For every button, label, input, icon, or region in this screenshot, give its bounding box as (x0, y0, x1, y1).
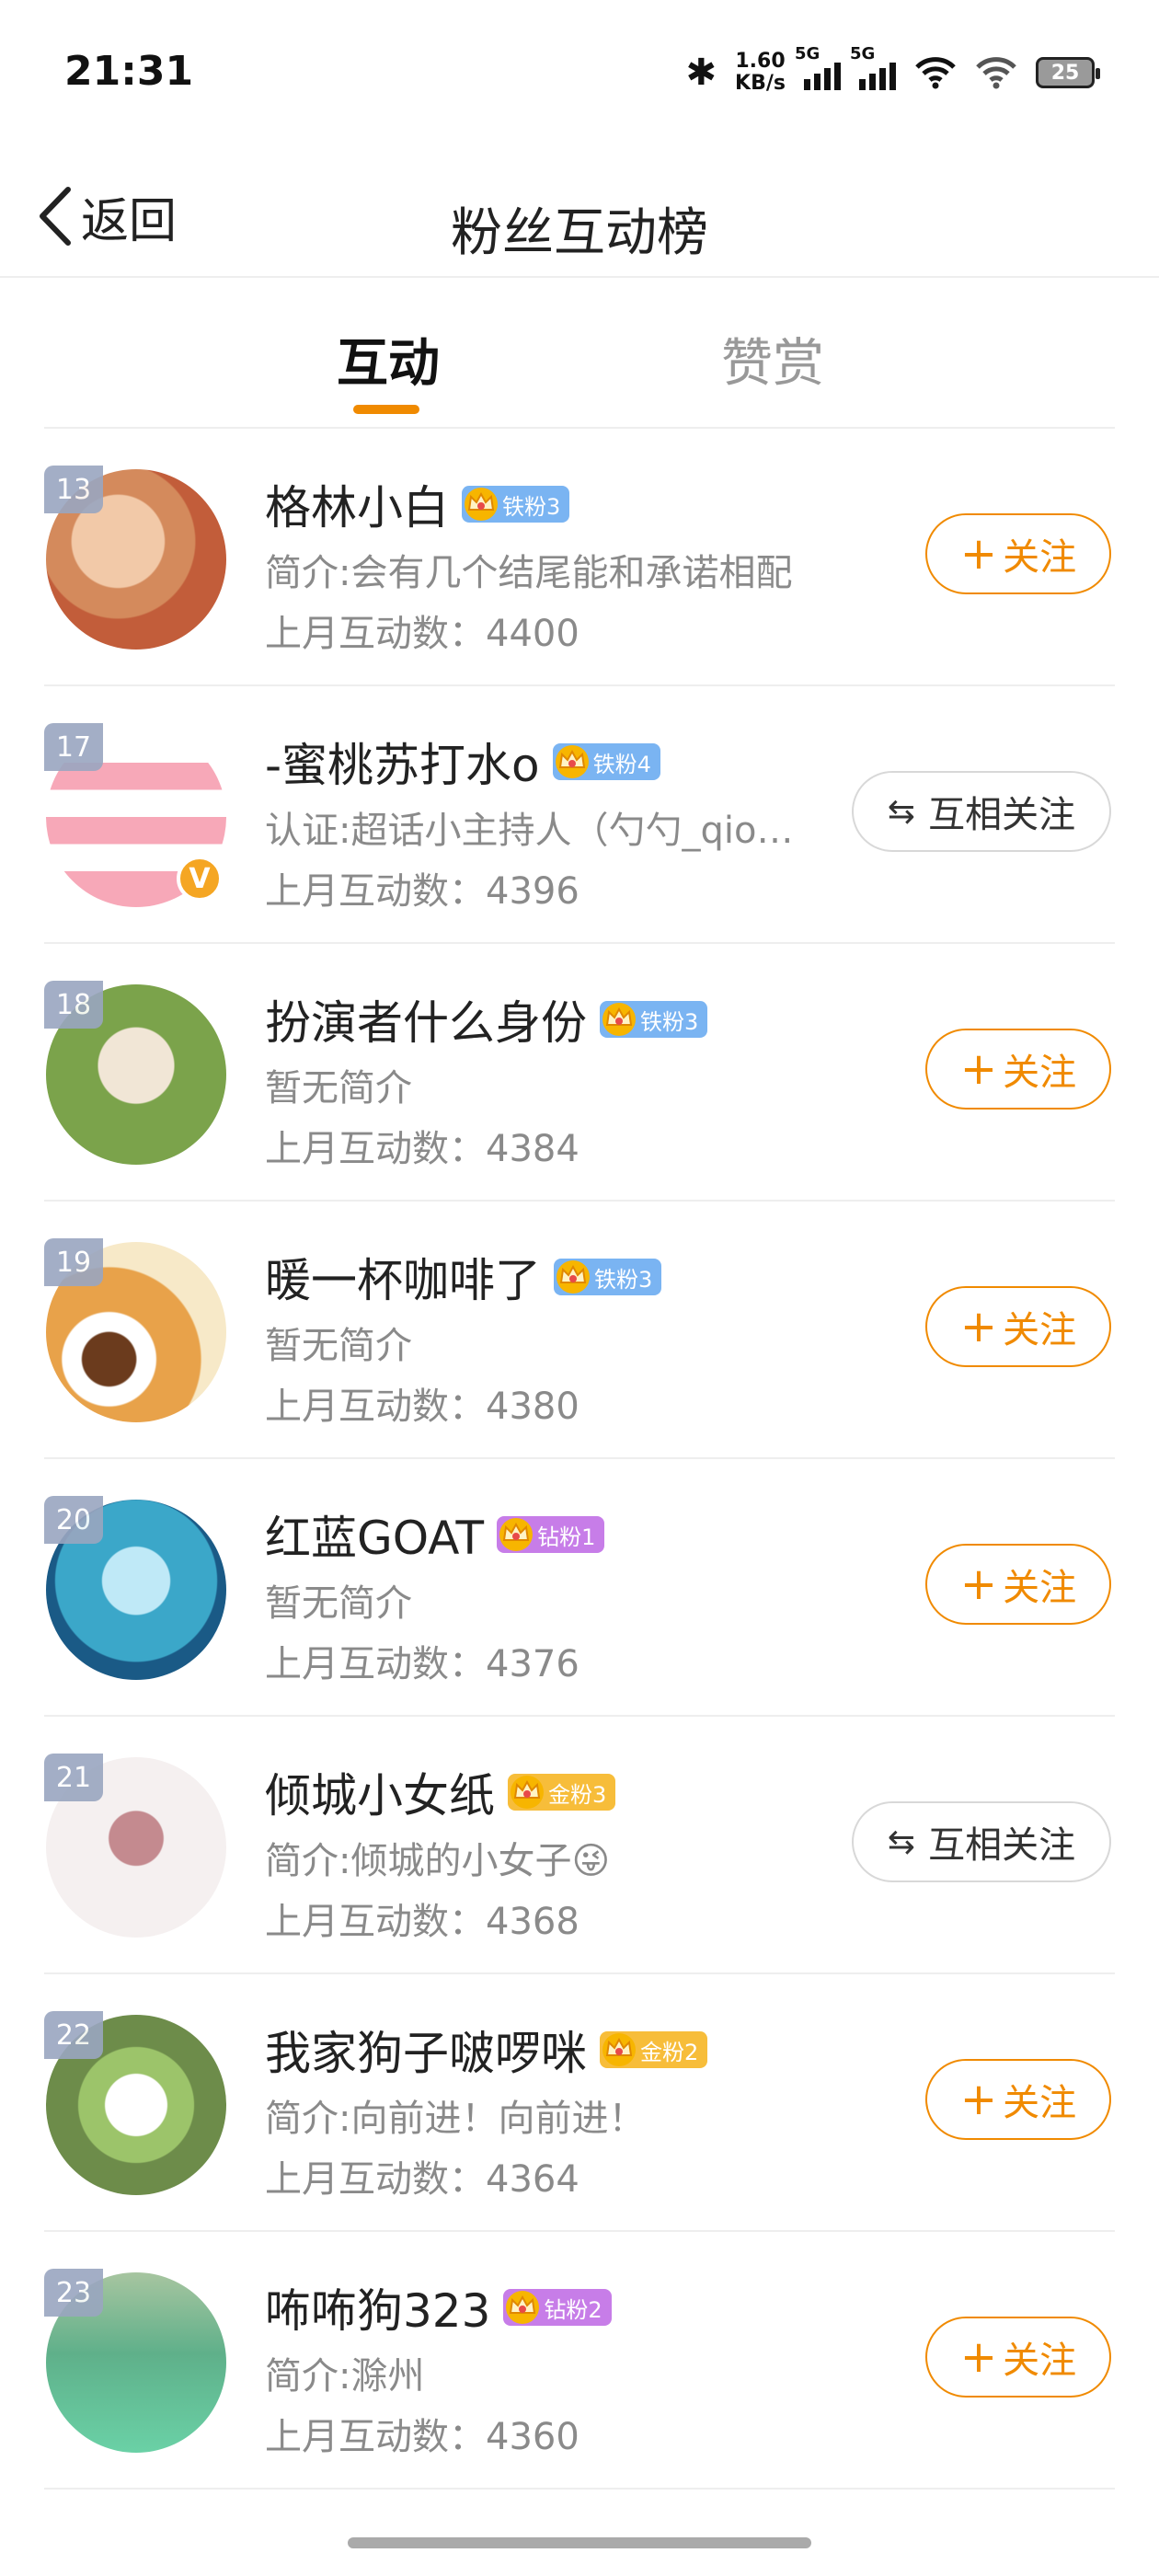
signal-icon: 5G (795, 44, 841, 90)
plus-icon: + (959, 1558, 998, 1610)
interaction-count: 上月互动数：4380 (265, 1386, 580, 1428)
tab-reward[interactable]: 赞赏 (721, 322, 824, 397)
list-item[interactable]: 23 咘咘狗323 钻粉2 简介:滁州 上月互动数：4360 + 关注 (44, 2232, 1115, 2490)
tab-bar: 互动 赞赏 (0, 276, 1159, 429)
plus-icon: + (959, 2074, 998, 2125)
plus-icon: + (959, 528, 998, 580)
fan-name[interactable]: 扮演者什么身份 (265, 986, 587, 1052)
fan-level-badge: 钻粉1 (497, 1516, 605, 1553)
rank-badge: 19 (44, 1238, 103, 1286)
page-title: 粉丝互动榜 (451, 203, 708, 263)
bluetooth-icon: ✱ (685, 52, 717, 94)
crown-icon (465, 488, 498, 521)
signal-icon: 5G (850, 44, 896, 90)
fan-name[interactable]: 暖一杯咖啡了 (265, 1244, 541, 1310)
rank-badge: 22 (44, 2011, 103, 2059)
list-item[interactable]: 22 我家狗子啵啰咪 金粉2 简介:向前进！向前进！ 上月互动数：4364 + 关… (44, 1974, 1115, 2232)
rank-badge: 21 (44, 1754, 103, 1801)
crown-icon (557, 1260, 590, 1294)
name-line: 倾城小女纸 金粉3 (265, 1759, 616, 1825)
follow-button[interactable]: + 关注 (925, 513, 1111, 594)
fan-bio: 简介:倾城的小女子😜 (265, 1840, 611, 1882)
name-line: 暖一杯咖啡了 铁粉3 (265, 1244, 662, 1310)
battery-icon: 25 (1036, 57, 1100, 88)
list-item[interactable]: 13 格林小白 铁粉3 简介:会有几个结尾能和承诺相配 上月互动数：4400 +… (44, 429, 1115, 686)
tab-indicator (353, 405, 419, 414)
fan-bio: 简介:向前进！向前进！ (265, 2098, 646, 2140)
interaction-count: 上月互动数：4400 (265, 613, 580, 655)
nav-bar: 返回 粉丝互动榜 (0, 156, 1159, 278)
name-line: 咘咘狗323 钻粉2 (265, 2274, 612, 2340)
status-bar: 21:31 ✱ 1.60 KB/s 5G 5G 25 (0, 0, 1159, 156)
fan-name[interactable]: 倾城小女纸 (265, 1759, 495, 1825)
interaction-count: 上月互动数：4368 (265, 1901, 580, 1943)
list-item[interactable]: 17 V -蜜桃苏打水o 铁粉4 认证:超话小主持人（勺勺_qio… 上月互动数… (44, 686, 1115, 944)
crown-icon (506, 2291, 540, 2324)
list-item[interactable]: 21 倾城小女纸 金粉3 简介:倾城的小女子😜 上月互动数：4368 ⇆ 互相关注 (44, 1717, 1115, 1974)
interaction-count: 上月互动数：4384 (265, 1128, 580, 1170)
wifi-icon (915, 57, 956, 89)
fan-name[interactable]: 咘咘狗323 (265, 2274, 490, 2340)
swap-arrows-icon: ⇆ (887, 792, 916, 831)
list-item[interactable]: 20 红蓝GOAT 钻粉1 暂无简介 上月互动数：4376 + 关注 (44, 1459, 1115, 1717)
fan-bio: 简介:滁州 (265, 2355, 425, 2398)
status-icons: ✱ 1.60 KB/s 5G 5G 25 (685, 44, 1100, 95)
fan-name[interactable]: 我家狗子啵啰咪 (265, 2017, 587, 2083)
crown-icon (511, 1776, 544, 1809)
fan-bio: 暂无简介 (265, 1325, 412, 1367)
fan-name[interactable]: 格林小白 (265, 471, 449, 537)
follow-button[interactable]: + 关注 (925, 2317, 1111, 2398)
fan-bio: 认证:超话小主持人（勺勺_qio… (265, 810, 794, 852)
fan-level-badge: 铁粉4 (552, 743, 660, 780)
crown-icon (555, 745, 589, 778)
rank-badge: 23 (44, 2269, 103, 2317)
status-time: 21:31 (64, 48, 194, 95)
name-line: 我家狗子啵啰咪 金粉2 (265, 2017, 708, 2083)
verified-icon: V (177, 856, 223, 902)
interaction-count: 上月互动数：4376 (265, 1643, 580, 1685)
wifi-icon (976, 57, 1016, 89)
home-indicator[interactable] (348, 2537, 811, 2548)
fan-bio: 简介:会有几个结尾能和承诺相配 (265, 552, 793, 594)
name-line: 扮演者什么身份 铁粉3 (265, 986, 708, 1052)
interaction-count: 上月互动数：4396 (265, 870, 580, 913)
name-line: 格林小白 铁粉3 (265, 471, 570, 537)
rank-badge: 18 (44, 981, 103, 1029)
crown-icon (602, 1003, 636, 1036)
interaction-count: 上月互动数：4360 (265, 2416, 580, 2458)
mutual-follow-button[interactable]: ⇆ 互相关注 (852, 771, 1111, 852)
follow-button[interactable]: + 关注 (925, 1286, 1111, 1367)
fan-level-badge: 金粉2 (600, 2031, 708, 2068)
fan-level-badge: 铁粉3 (600, 1001, 708, 1038)
name-line: 红蓝GOAT 钻粉1 (265, 1501, 605, 1568)
fan-name[interactable]: 红蓝GOAT (265, 1501, 484, 1568)
fan-level-badge: 钻粉2 (503, 2289, 612, 2326)
fan-bio: 暂无简介 (265, 1582, 412, 1625)
fan-level-badge: 金粉3 (508, 1774, 616, 1811)
interaction-count: 上月互动数：4364 (265, 2158, 580, 2201)
plus-icon: + (959, 2331, 998, 2383)
list-item[interactable]: 18 扮演者什么身份 铁粉3 暂无简介 上月互动数：4384 + 关注 (44, 944, 1115, 1202)
swap-arrows-icon: ⇆ (887, 1823, 916, 1861)
follow-button[interactable]: + 关注 (925, 2059, 1111, 2140)
follow-button[interactable]: + 关注 (925, 1029, 1111, 1110)
tab-interaction[interactable]: 互动 (337, 322, 440, 397)
crown-icon (602, 2033, 636, 2066)
mutual-follow-button[interactable]: ⇆ 互相关注 (852, 1801, 1111, 1882)
plus-icon: + (959, 1301, 998, 1352)
follow-button[interactable]: + 关注 (925, 1544, 1111, 1625)
plus-icon: + (959, 1043, 998, 1095)
fan-level-badge: 铁粉3 (554, 1259, 662, 1295)
fan-level-badge: 铁粉3 (462, 486, 570, 523)
network-speed: 1.60 KB/s (735, 50, 786, 95)
rank-badge: 17 (44, 723, 103, 771)
fan-list: 13 格林小白 铁粉3 简介:会有几个结尾能和承诺相配 上月互动数：4400 +… (0, 429, 1159, 2490)
crown-icon (499, 1518, 534, 1551)
list-item[interactable]: 19 暖一杯咖啡了 铁粉3 暂无简介 上月互动数：4380 + 关注 (44, 1202, 1115, 1459)
name-line: -蜜桃苏打水o 铁粉4 (265, 729, 660, 795)
fan-bio: 暂无简介 (265, 1067, 412, 1110)
fan-name[interactable]: -蜜桃苏打水o (265, 729, 540, 795)
rank-badge: 13 (44, 466, 103, 513)
rank-badge: 20 (44, 1496, 103, 1544)
